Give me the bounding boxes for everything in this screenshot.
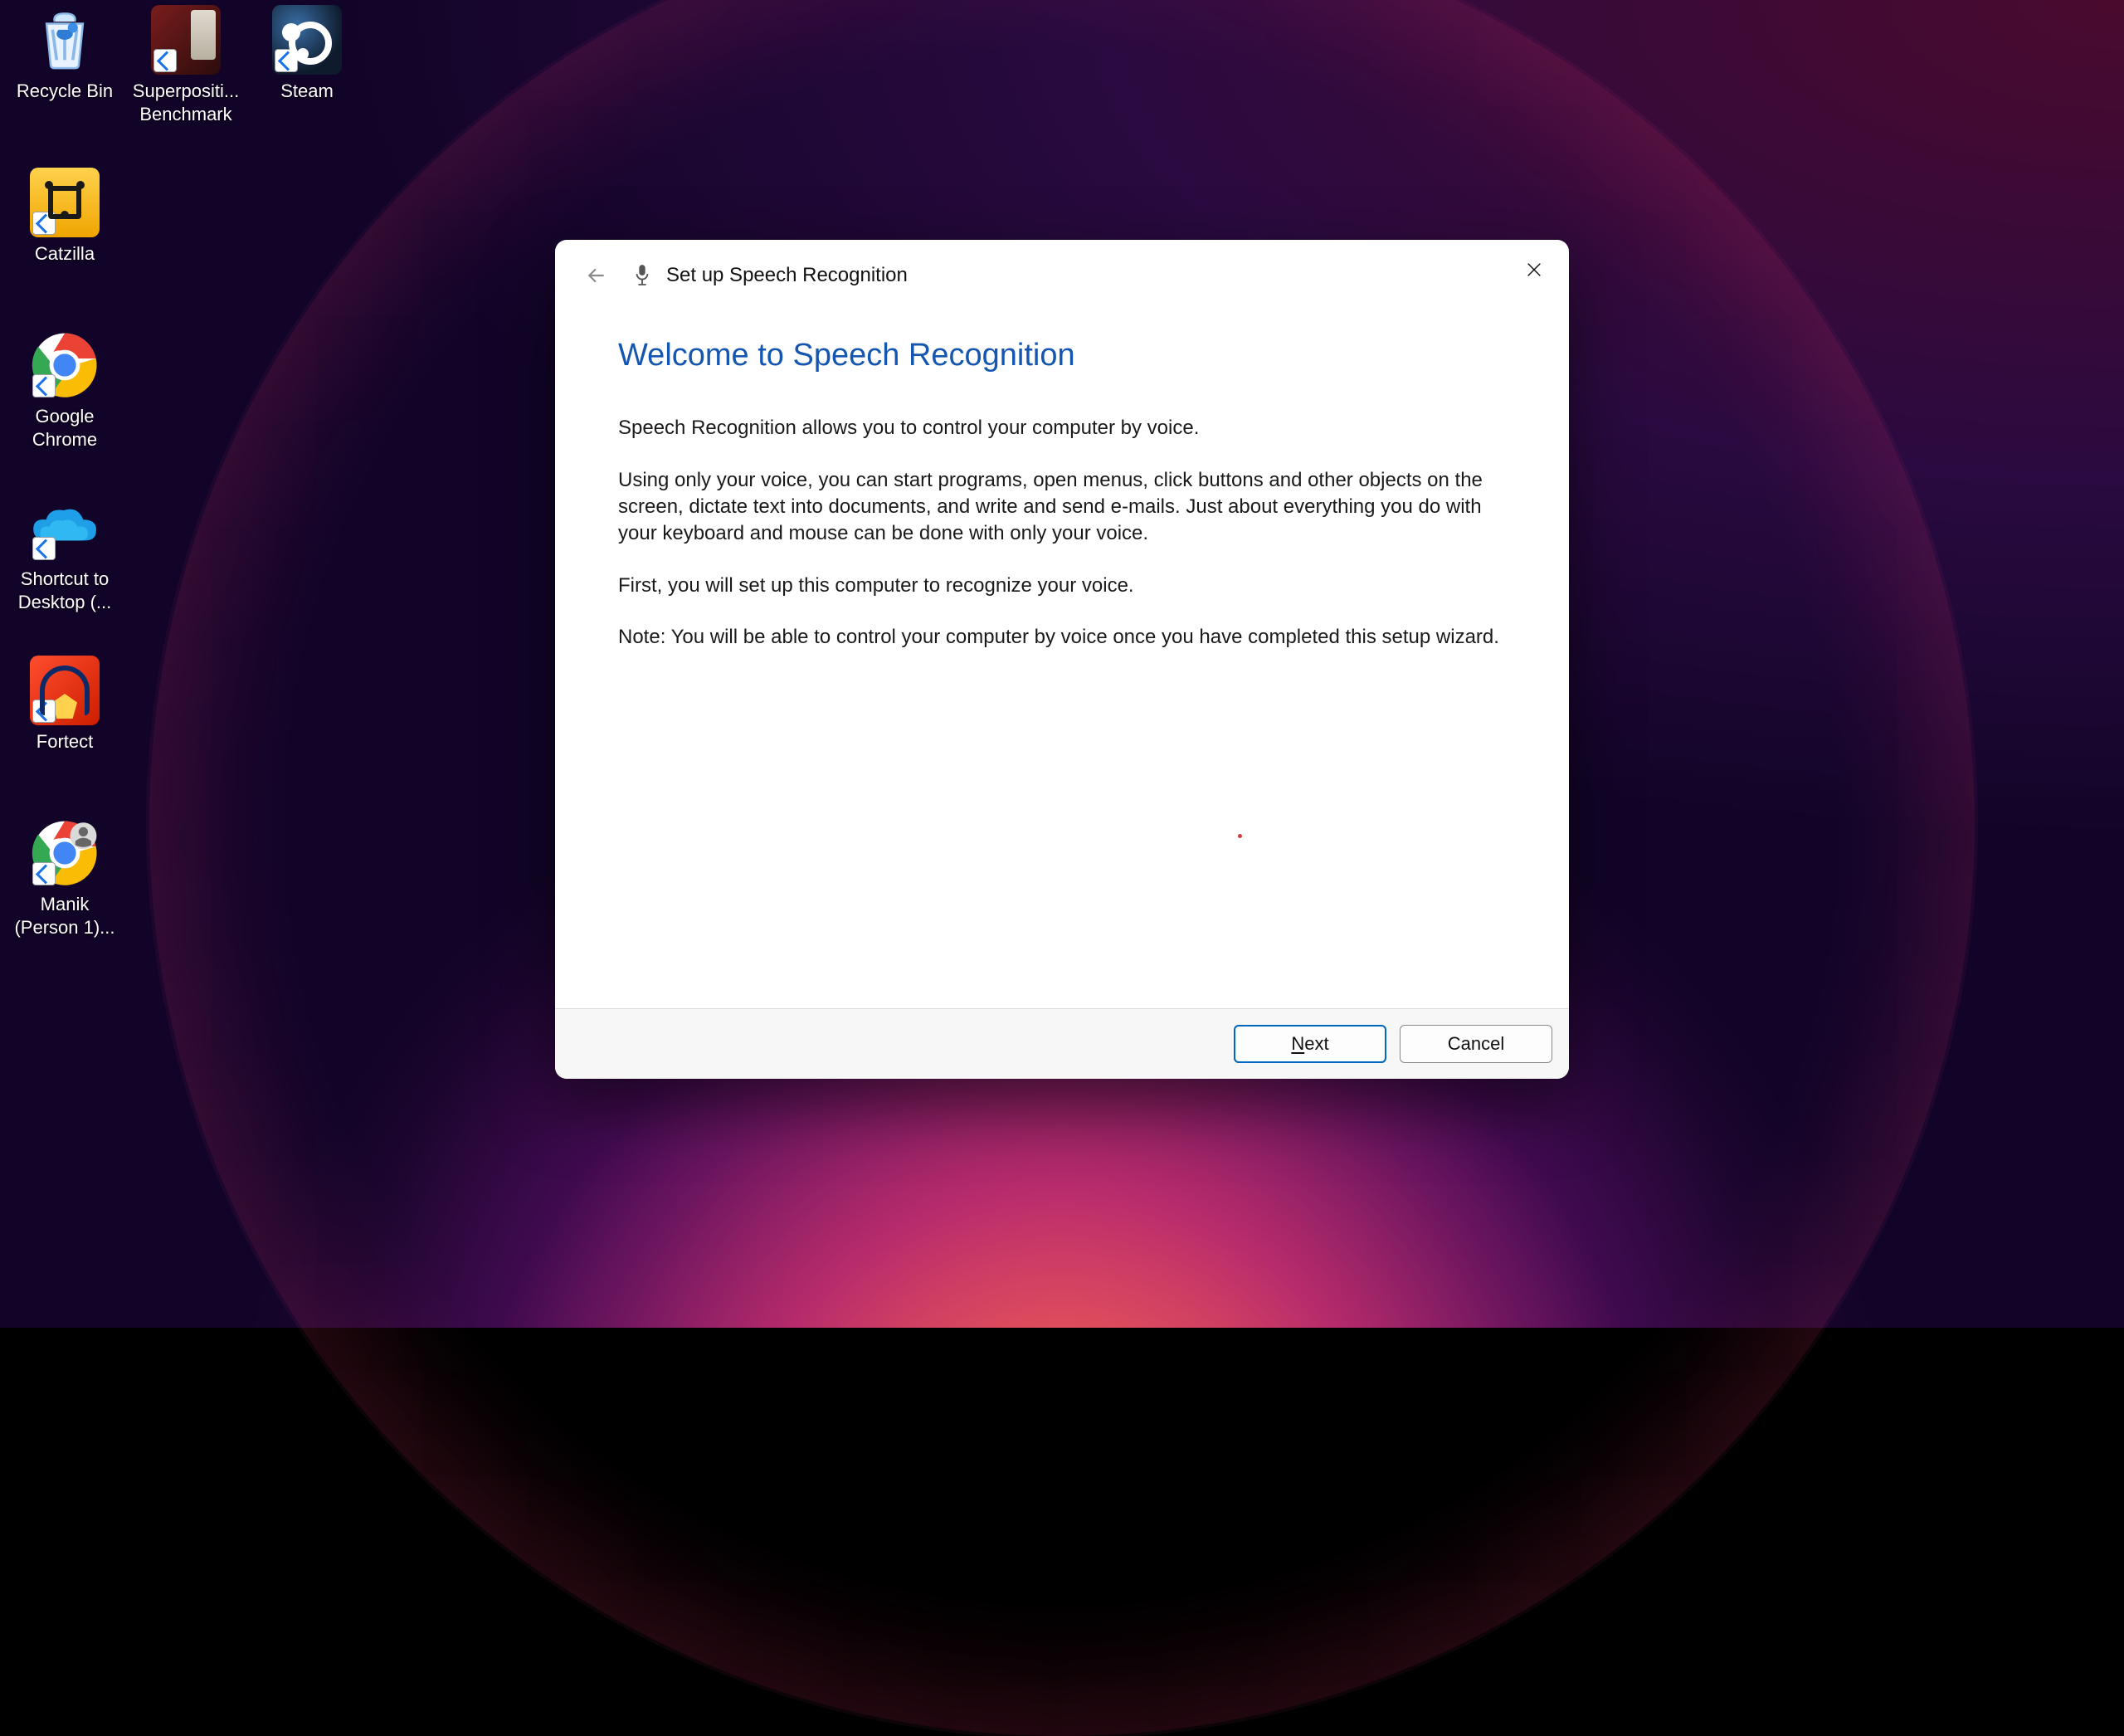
shortcut-overlay-icon (32, 700, 56, 723)
next-button-rest: ext (1304, 1033, 1328, 1055)
desktop-icon-label-2: Desktop (... (7, 591, 123, 614)
desktop-icon-label: Catzilla (7, 242, 123, 266)
superposition-icon (151, 5, 221, 75)
cancel-button[interactable]: Cancel (1400, 1025, 1552, 1063)
dialog-footer: Next Cancel (555, 1008, 1569, 1079)
dialog-title: Set up Speech Recognition (666, 264, 908, 287)
next-button[interactable]: Next (1234, 1025, 1386, 1063)
desktop-icon-label: Google (7, 405, 123, 428)
dialog-paragraph: Note: You will be able to control your c… (618, 624, 1506, 651)
speech-recognition-wizard: Set up Speech Recognition Welcome to Spe… (555, 240, 1569, 1079)
steam-icon (272, 5, 342, 75)
dialog-paragraph: Using only your voice, you can start pro… (618, 467, 1506, 548)
shortcut-overlay-icon (32, 374, 56, 397)
back-button[interactable] (578, 257, 615, 294)
shortcut-overlay-icon (275, 49, 298, 72)
close-button[interactable] (1508, 248, 1561, 291)
desktop-icon-steam[interactable]: Steam (249, 5, 365, 103)
next-button-accel: N (1291, 1033, 1304, 1055)
dialog-paragraph: First, you will set up this computer to … (618, 573, 1506, 599)
chrome-profile-icon (30, 818, 100, 888)
desktop-icon-label: Fortect (7, 730, 123, 753)
shortcut-overlay-icon (153, 49, 177, 72)
fortect-icon (30, 656, 100, 725)
dialog-content: Welcome to Speech Recognition Speech Rec… (555, 311, 1569, 1008)
shortcut-overlay-icon (32, 862, 56, 885)
desktop-icon-label-2: Benchmark (128, 103, 244, 126)
chrome-icon (30, 330, 100, 400)
desktop-icon-manik[interactable]: Manik (Person 1)... (7, 818, 123, 939)
microphone-icon (630, 263, 655, 288)
desktop-icon-recycle-bin[interactable]: Recycle Bin (7, 5, 123, 103)
dialog-heading: Welcome to Speech Recognition (618, 334, 1506, 377)
dialog-titlebar[interactable]: Set up Speech Recognition (555, 240, 1569, 311)
desktop-icon-chrome[interactable]: Google Chrome (7, 330, 123, 451)
desktop-icon-label: Manik (7, 893, 123, 916)
desktop-icon-catzilla[interactable]: Catzilla (7, 168, 123, 266)
desktop-icon-label: Superpositi... (128, 80, 244, 103)
shortcut-overlay-icon (32, 537, 56, 560)
dialog-paragraph: Speech Recognition allows you to control… (618, 415, 1506, 441)
desktop-icon-label-2: (Person 1)... (7, 916, 123, 939)
catzilla-icon (30, 168, 100, 237)
cursor-dot (1238, 834, 1242, 838)
desktop-icon-label-2: Chrome (7, 428, 123, 451)
shortcut-overlay-icon (32, 212, 56, 235)
onedrive-icon (30, 493, 100, 563)
desktop-icon-superposition[interactable]: Superpositi... Benchmark (128, 5, 244, 125)
desktop-icon-onedrive-shortcut[interactable]: Shortcut to Desktop (... (7, 493, 123, 613)
recycle-bin-icon (30, 5, 100, 75)
desktop-icon-label: Recycle Bin (7, 80, 123, 103)
desktop-icon-label: Steam (249, 80, 365, 103)
desktop-icon-label: Shortcut to (7, 568, 123, 591)
desktop-icon-fortect[interactable]: Fortect (7, 656, 123, 753)
